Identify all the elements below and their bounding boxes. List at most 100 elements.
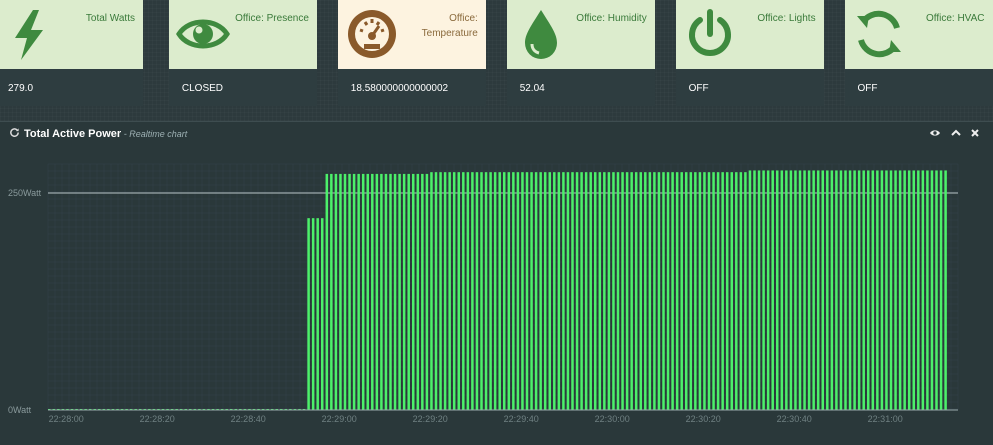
chart-bar — [835, 170, 838, 410]
x-tick-label: 22:30:40 — [777, 414, 812, 424]
tile-value: 18.580000000000002 — [350, 83, 449, 94]
chart-bar — [634, 172, 638, 410]
chart-bar — [853, 170, 856, 410]
tile-value: 52.04 — [519, 83, 545, 94]
panel-title: Total Active Power - Realtime chart — [24, 128, 187, 140]
chart-bar — [389, 173, 392, 410]
chart-bar — [439, 172, 442, 410]
chart-bar — [443, 172, 447, 410]
eye-icon — [175, 19, 230, 49]
lightning-icon — [15, 10, 43, 60]
tile-title: Office: Temperature — [421, 13, 478, 39]
refresh-icon[interactable] — [9, 127, 20, 138]
chart-bar — [480, 172, 483, 410]
y-tick-label: 250Watt — [8, 188, 42, 198]
chart-bar — [612, 172, 615, 410]
chart-bar — [339, 173, 342, 410]
tile-title: Office: Humidity — [576, 13, 647, 24]
chart-bar — [867, 170, 870, 410]
eye-icon[interactable] — [929, 127, 941, 139]
chart-bar — [457, 172, 461, 410]
chart-bar — [525, 172, 529, 410]
chart-bar — [357, 173, 360, 410]
chart-bar — [530, 172, 533, 410]
chart-bar — [785, 170, 788, 410]
chart-bar — [826, 170, 829, 410]
panel-header: Total Active Power - Realtime chart — [0, 122, 993, 144]
chart-bar — [557, 172, 561, 410]
chart-bar — [689, 172, 693, 410]
gauge-icon — [347, 10, 396, 58]
chart-bar — [912, 170, 916, 410]
chart-bar — [885, 170, 888, 410]
chart-bar — [739, 172, 743, 410]
chart-bar — [935, 170, 938, 410]
chart-bar — [644, 172, 647, 410]
x-tick-label: 22:28:40 — [231, 414, 266, 424]
chart-bar — [753, 170, 756, 410]
chart-bar — [630, 172, 633, 410]
chart-bar — [507, 172, 511, 410]
chart-bar — [398, 173, 401, 410]
chart-bar — [821, 170, 825, 410]
chart-bar — [694, 172, 697, 410]
chart-bar — [543, 172, 547, 410]
chart-bar — [771, 170, 774, 410]
tile-lightning[interactable]: Total Watts 279.0 — [0, 0, 143, 106]
chart-bar — [402, 173, 406, 410]
x-tick-label: 22:30:20 — [686, 414, 721, 424]
chart-bar — [516, 172, 520, 410]
chart-bar — [830, 170, 834, 410]
chart-bar — [671, 172, 674, 410]
chart-bar — [757, 170, 761, 410]
tile-gauge[interactable]: Office: Temperature 18.580000000000002 — [337, 0, 486, 106]
chart-bar — [311, 218, 315, 410]
chart-bar — [926, 170, 929, 410]
chart-bar — [334, 173, 338, 410]
close-icon[interactable] — [969, 127, 981, 139]
chart-bar — [812, 170, 815, 410]
tile-row: Total Watts 279.0 Office: Presence CLOSED Of… — [0, 0, 993, 110]
chart-bar — [452, 172, 456, 410]
tile-droplet[interactable]: Office: Humidity 52.04 — [506, 0, 655, 106]
power-chart: 0Watt 250Watt 22:28:00 22:28:20 22:28:40 22:2… — [8, 163, 959, 424]
chart-bar — [921, 170, 925, 410]
chart-bar — [685, 172, 688, 410]
chevron-up-icon[interactable] — [950, 127, 962, 139]
chart-bar — [434, 172, 438, 410]
chart-bar — [876, 170, 879, 410]
chart-bar — [475, 172, 479, 410]
tile-header: Office: Humidity — [506, 0, 655, 69]
tile-eye[interactable]: Office: Presence CLOSED — [168, 0, 317, 106]
total-active-power-panel: Total Active Power - Realtime chart 0Wat… — [0, 121, 993, 445]
chart-bar — [794, 170, 797, 410]
tile-title: Total Watts — [85, 13, 135, 24]
chart-bar — [580, 172, 583, 410]
chart-bar — [512, 172, 515, 410]
x-tick-label: 22:28:00 — [49, 414, 84, 424]
chart-bar — [735, 172, 738, 410]
tile-power[interactable]: Office: Lights OFF — [675, 0, 824, 106]
tile-title: Office: Lights — [757, 13, 816, 24]
chart-bar — [780, 170, 784, 410]
chart-bar — [657, 172, 661, 410]
tile-refresh-cycle[interactable]: Office: HVAC OFF — [844, 0, 993, 106]
chart-bar — [930, 170, 934, 410]
chart-bar — [871, 170, 875, 410]
chart-bar — [621, 172, 624, 410]
chart-bar — [562, 172, 565, 410]
chart-bar — [917, 170, 920, 410]
chart-bar — [343, 173, 347, 410]
x-tick-label: 22:29:20 — [413, 414, 448, 424]
chart-bar — [594, 172, 597, 410]
x-tick-label: 22:29:40 — [504, 414, 539, 424]
chart-bar — [366, 173, 370, 410]
chart-bar — [939, 170, 943, 410]
chart-bar — [616, 172, 620, 410]
chart-bar — [534, 172, 538, 410]
chart-bar — [321, 218, 324, 410]
chart-bar — [648, 172, 652, 410]
chart-bar — [712, 172, 715, 410]
chart-bar — [484, 172, 488, 410]
chart-bar — [493, 172, 497, 410]
